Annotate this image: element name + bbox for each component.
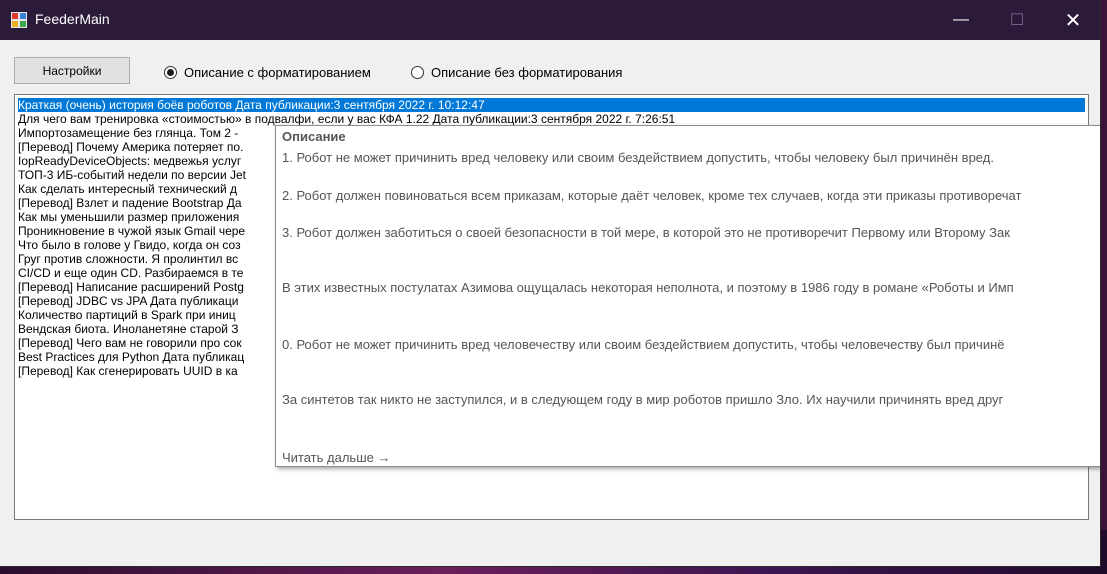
tooltip-paragraph: За синтетов так никто не заступился, и в… [282, 392, 1004, 407]
radio-plain-description[interactable]: Описание без форматирования [411, 65, 622, 80]
settings-button[interactable]: Настройки [14, 57, 130, 84]
radio-checked-icon [164, 66, 177, 79]
list-item[interactable]: Для чего вам тренировка «стоимостью» в п… [18, 112, 1085, 126]
close-icon: ✕ [1064, 9, 1082, 32]
window-title: FeederMain [35, 11, 110, 27]
tooltip-title: Описание [282, 129, 346, 144]
title-bar[interactable]: FeederMain — ☐ ✕ [0, 0, 1100, 40]
close-button[interactable]: ✕ [1050, 0, 1096, 40]
radio-formatted-label: Описание с форматированием [184, 65, 371, 80]
tooltip-paragraph: В этих известных постулатах Азимова ощущ… [282, 280, 1014, 295]
maximize-icon: ☐ [1009, 12, 1025, 29]
tooltip-paragraph: 2. Робот должен повиноваться всем приказ… [282, 188, 1022, 203]
tooltip-paragraph: 3. Робот должен заботиться о своей безоп… [282, 225, 1010, 240]
feeder-main-window: FeederMain — ☐ ✕ Настройки Описание с фо… [0, 0, 1100, 566]
minimize-button[interactable]: — [938, 0, 984, 40]
radio-plain-label: Описание без форматирования [431, 65, 623, 80]
radio-unchecked-icon [411, 66, 424, 79]
tooltip-paragraph: 1. Робот не может причинить вред человек… [282, 150, 994, 165]
tooltip-paragraph: 0. Робот не может причинить вред человеч… [282, 337, 1005, 352]
app-icon [11, 12, 27, 28]
minimize-icon: — [953, 11, 969, 28]
description-tooltip: Описание 1. Робот не может причинить вре… [275, 125, 1100, 467]
maximize-button[interactable]: ☐ [994, 0, 1040, 40]
read-more-link[interactable]: Читать дальше → [282, 450, 390, 465]
radio-formatted-description[interactable]: Описание с форматированием [164, 65, 371, 80]
list-item[interactable]: Краткая (очень) история боёв роботов Дат… [18, 98, 1085, 112]
